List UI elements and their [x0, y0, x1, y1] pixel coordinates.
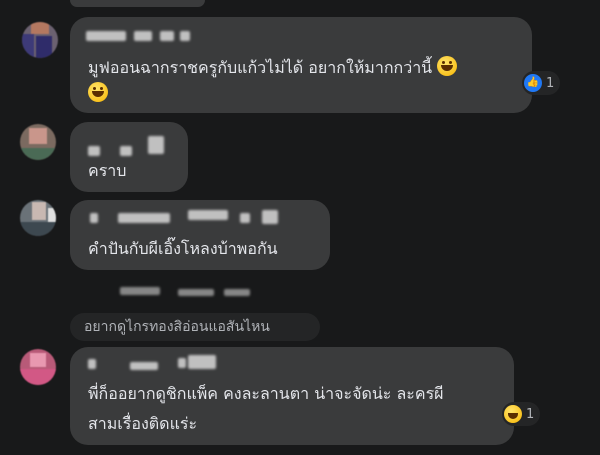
reaction-count: 1 [526, 406, 535, 422]
comment-text-line2 [88, 82, 108, 106]
author-name[interactable] [180, 31, 190, 41]
author-name[interactable] [134, 31, 152, 41]
author-name[interactable] [188, 355, 216, 369]
comment-thread: { "comments": [ { "text_line1": "มูฟออนฉ… [0, 0, 600, 455]
author-name[interactable] [90, 213, 98, 223]
comment-text: คำปันกับผีเอิ๊งโหลงบ้าพอกัน [88, 239, 278, 258]
rofl-emoji-icon [437, 56, 458, 76]
author-name[interactable] [88, 359, 96, 369]
author-name[interactable] [160, 31, 174, 41]
reaction-summary[interactable]: 👍 1 [522, 71, 561, 95]
reaction-summary[interactable]: 1 [502, 402, 541, 426]
reply-quote[interactable]: อยากดูไกรทองสิอ่อนแอสันไหน [70, 313, 320, 341]
author-name[interactable] [188, 210, 228, 220]
comment-text-line2: สามเรื่องติดแร่ะ [88, 414, 198, 433]
author-name[interactable] [148, 136, 164, 154]
author-name[interactable] [178, 358, 186, 368]
avatar[interactable] [20, 349, 56, 385]
comment-actions[interactable] [178, 289, 214, 296]
haha-icon [504, 405, 522, 423]
reaction-count: 1 [546, 75, 555, 91]
avatar[interactable] [20, 200, 56, 236]
author-name[interactable] [118, 213, 170, 223]
avatar[interactable] [22, 22, 58, 58]
author-name[interactable] [262, 210, 278, 224]
author-name[interactable] [240, 213, 250, 223]
author-name[interactable] [86, 31, 126, 41]
reply-quote-text: อยากดูไกรทองสิอ่อนแอสันไหน [84, 319, 270, 335]
comment-actions[interactable] [224, 289, 250, 296]
author-name[interactable] [120, 146, 132, 156]
author-name[interactable] [130, 362, 158, 370]
previous-comment-bubble [70, 0, 205, 7]
comment-actions[interactable] [120, 287, 160, 295]
comment-text: พี่ก็ออยากดูชิกแพ็ค คงละลานตา น่าจะจัดน่… [88, 384, 444, 403]
like-icon: 👍 [524, 74, 542, 92]
author-name[interactable] [88, 146, 100, 156]
comment-text: คราบ [88, 161, 127, 180]
comment-text-line: มูฟออนฉากราชครูกับแก้วไม่ได้ อยากให้มากก… [88, 58, 433, 77]
comment-text: มูฟออนฉากราชครูกับแก้วไม่ได้ อยากให้มากก… [88, 56, 458, 80]
rofl-emoji-icon [88, 82, 108, 102]
avatar[interactable] [20, 124, 56, 160]
